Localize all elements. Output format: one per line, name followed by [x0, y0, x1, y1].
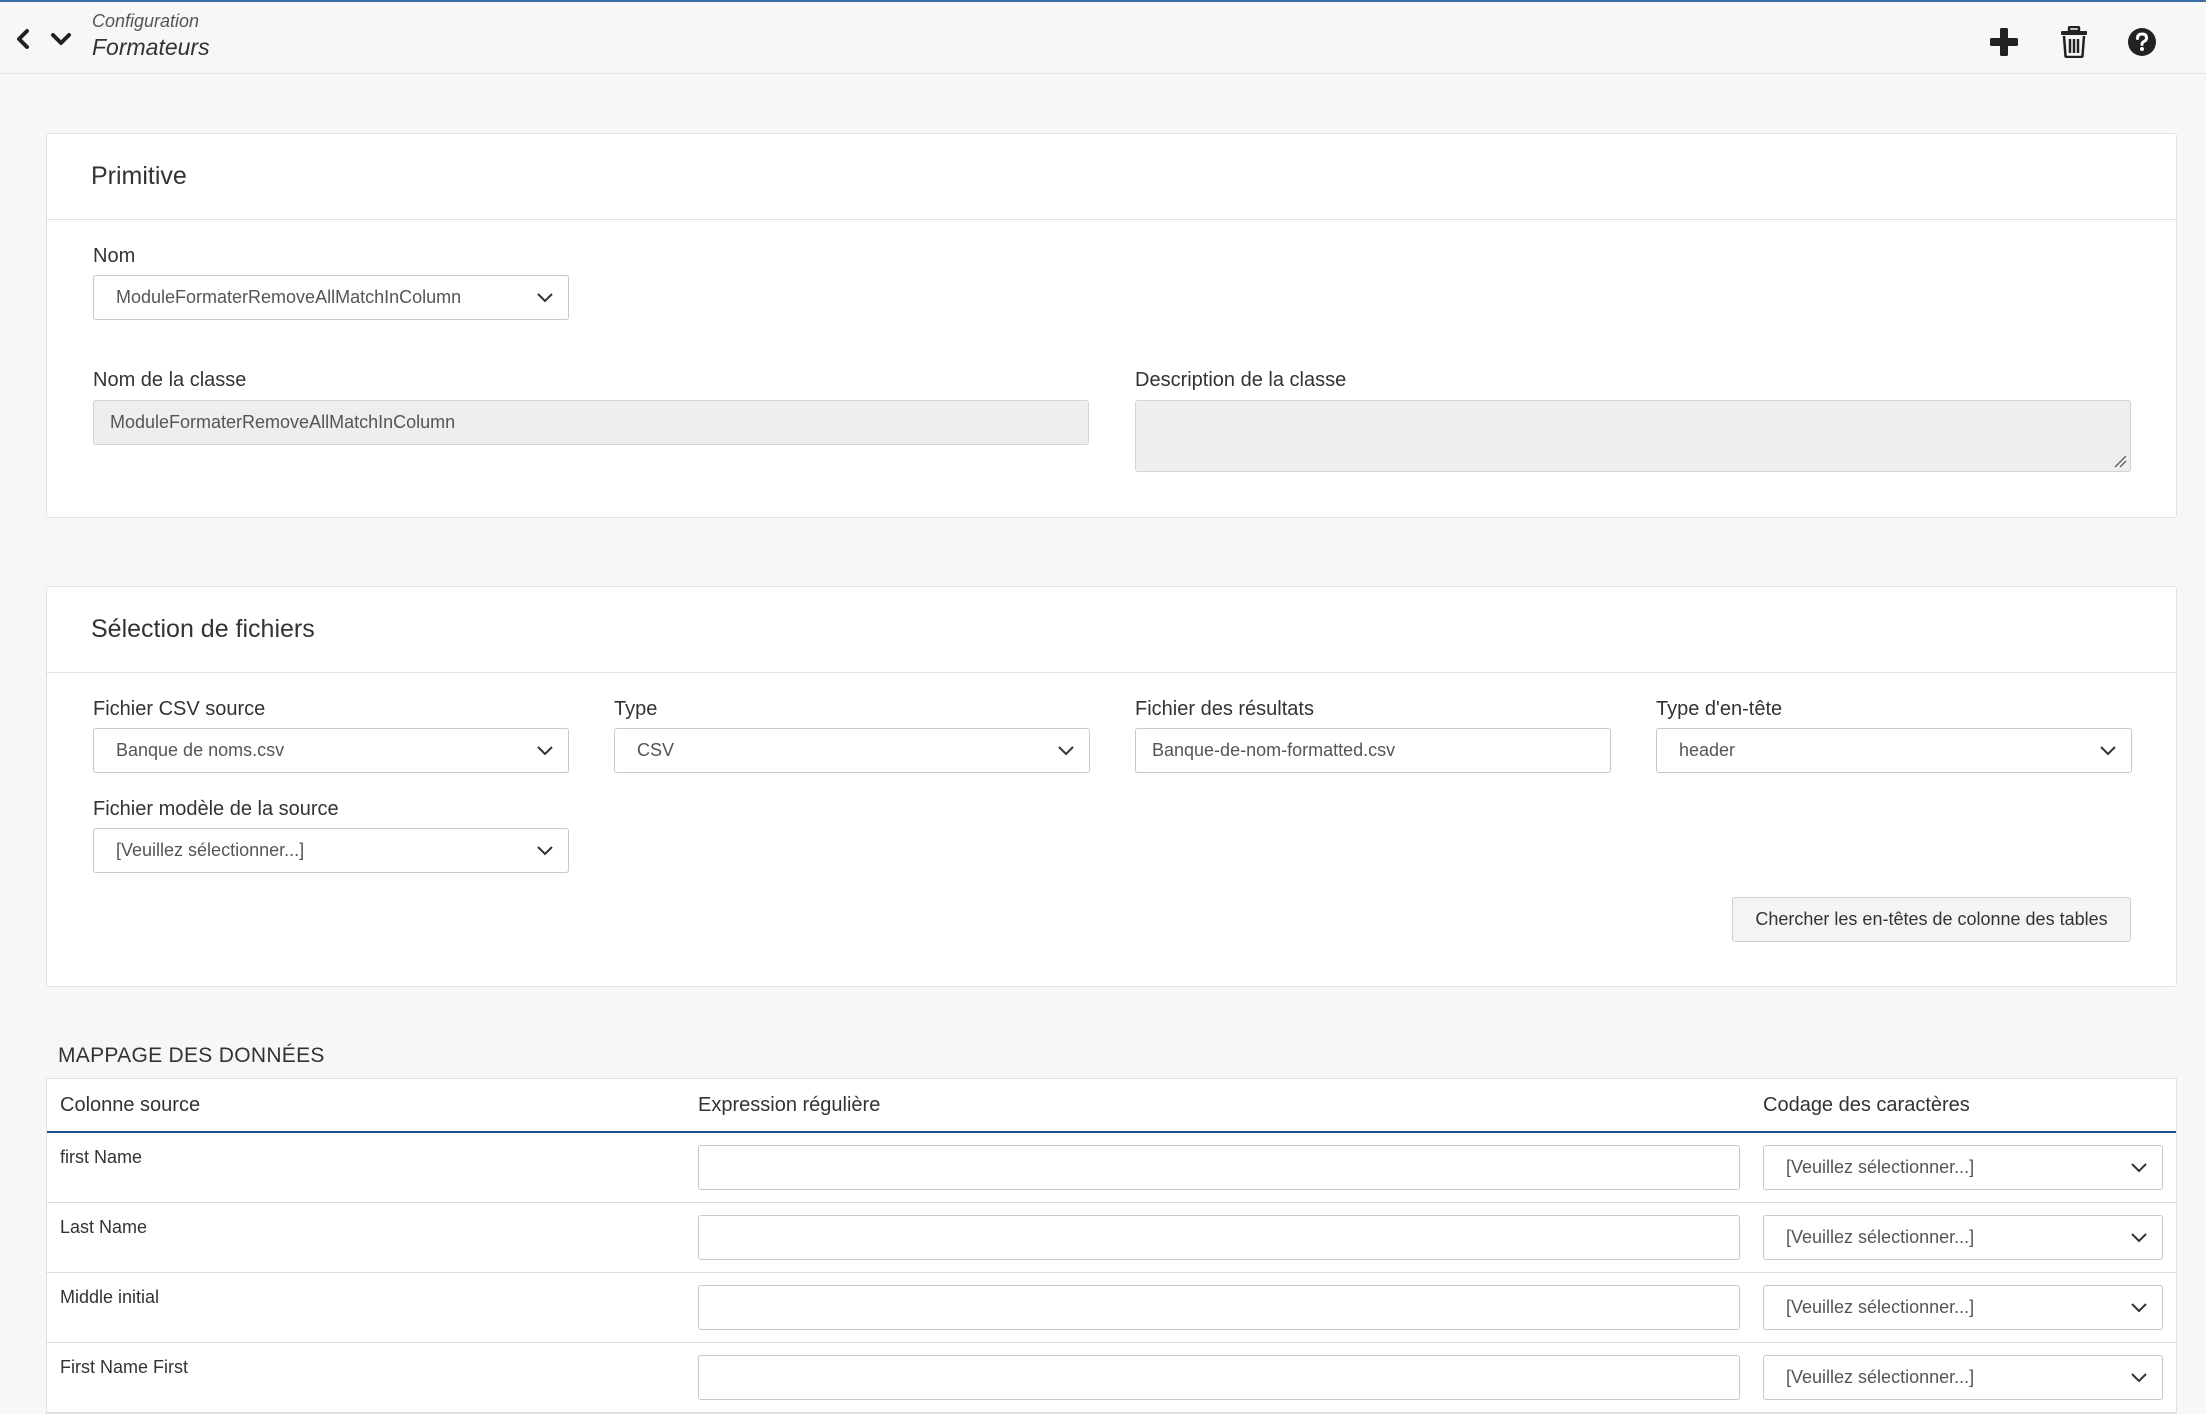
table-row: Middle initial [Veuillez sélectionner...… — [47, 1273, 2176, 1343]
chevron-down-icon — [537, 845, 553, 855]
type-label: Type — [614, 698, 658, 720]
chevron-left-icon — [17, 29, 29, 49]
source-csv-value: Banque de noms.csv — [116, 740, 285, 760]
primitive-panel: Primitive Nom ModuleFormaterRemoveAllMat… — [46, 133, 2177, 518]
plus-icon — [1990, 28, 2018, 56]
resize-handle-icon — [2114, 455, 2127, 468]
encoding-select-value: [Veuillez sélectionner...] — [1786, 1157, 1975, 1177]
chevron-down-icon — [537, 292, 553, 302]
source-csv-label: Fichier CSV source — [93, 698, 266, 720]
regex-input[interactable] — [698, 1145, 1740, 1190]
chevron-down-icon — [537, 745, 553, 755]
source-csv-select[interactable]: Banque de noms.csv — [93, 728, 569, 773]
question-circle-icon — [2128, 28, 2156, 56]
header-type-select[interactable]: header — [1656, 728, 2132, 773]
add-button[interactable] — [1982, 20, 2026, 64]
class-description-label: Description de la classe — [1135, 369, 1347, 391]
nom-select-value: ModuleFormaterRemoveAllMatchInColumn — [116, 287, 462, 307]
regex-input[interactable] — [698, 1215, 1740, 1260]
nom-label: Nom — [93, 245, 136, 267]
column-header-source: Colonne source — [60, 1094, 201, 1116]
source-column-cell: Last Name — [60, 1217, 148, 1237]
encoding-select-value: [Veuillez sélectionner...] — [1786, 1367, 1975, 1387]
table-header: Colonne source Expression régulière Coda… — [47, 1079, 2176, 1133]
primitive-panel-title: Primitive — [47, 134, 2176, 220]
model-file-label: Fichier modèle de la source — [93, 798, 339, 820]
search-column-headers-button[interactable]: Chercher les en-têtes de colonne des tab… — [1732, 897, 2131, 942]
result-file-label: Fichier des résultats — [1135, 698, 1314, 720]
result-file-value: Banque-de-nom-formatted.csv — [1152, 740, 1396, 760]
column-header-encoding: Codage des caractères — [1763, 1094, 1970, 1116]
encoding-select-value: [Veuillez sélectionner...] — [1786, 1227, 1975, 1247]
help-button[interactable] — [2120, 20, 2164, 64]
trash-icon — [2061, 26, 2087, 58]
chevron-down-icon — [1058, 745, 1074, 755]
chevron-down-icon — [2131, 1232, 2147, 1242]
chevron-down-icon — [2100, 745, 2116, 755]
model-file-select[interactable]: [Veuillez sélectionner...] — [93, 828, 569, 873]
type-value: CSV — [637, 740, 675, 760]
encoding-select[interactable]: [Veuillez sélectionner...] — [1763, 1215, 2163, 1260]
class-name-field: ModuleFormaterRemoveAllMatchInColumn — [93, 400, 1089, 445]
type-select[interactable]: CSV — [614, 728, 1090, 773]
delete-button[interactable] — [2052, 20, 2096, 64]
source-column-cell: First Name First — [60, 1357, 188, 1377]
header-type-label: Type d'en-tête — [1656, 698, 1783, 720]
header-type-value: header — [1679, 740, 1736, 760]
chevron-down-icon — [2131, 1302, 2147, 1312]
table-row: Last Name [Veuillez sélectionner...] — [47, 1203, 2176, 1273]
class-description-field — [1135, 400, 2131, 472]
column-header-regex: Expression régulière — [698, 1094, 881, 1116]
regex-input[interactable] — [698, 1355, 1740, 1400]
file-selection-panel: Sélection de fichiers Fichier CSV source… — [46, 586, 2177, 987]
data-mapping-table: Colonne source Expression régulière Coda… — [46, 1078, 2177, 1414]
dropdown-button[interactable] — [46, 22, 76, 56]
page-title: Formateurs — [92, 34, 210, 60]
chevron-down-icon — [2131, 1162, 2147, 1172]
back-button[interactable] — [8, 22, 38, 56]
regex-input[interactable] — [698, 1285, 1740, 1330]
data-mapping-title: MAPPAGE DES DONNÉES — [58, 1044, 325, 1067]
nom-select[interactable]: ModuleFormaterRemoveAllMatchInColumn — [93, 275, 569, 320]
class-name-value: ModuleFormaterRemoveAllMatchInColumn — [110, 412, 456, 432]
encoding-select-value: [Veuillez sélectionner...] — [1786, 1297, 1975, 1317]
result-file-input[interactable]: Banque-de-nom-formatted.csv — [1135, 728, 1611, 773]
encoding-select[interactable]: [Veuillez sélectionner...] — [1763, 1285, 2163, 1330]
chevron-down-icon — [51, 33, 71, 45]
source-column-cell: Middle initial — [60, 1287, 160, 1307]
breadcrumb-parent: Configuration — [92, 11, 200, 31]
top-bar: Configuration Formateurs — [0, 0, 2206, 74]
file-selection-panel-title: Sélection de fichiers — [47, 587, 2176, 673]
model-file-value: [Veuillez sélectionner...] — [116, 840, 305, 860]
table-row: First Name First [Veuillez sélectionner.… — [47, 1343, 2176, 1413]
table-row: first Name [Veuillez sélectionner...] — [47, 1133, 2176, 1203]
encoding-select[interactable]: [Veuillez sélectionner...] — [1763, 1145, 2163, 1190]
chevron-down-icon — [2131, 1372, 2147, 1382]
class-name-label: Nom de la classe — [93, 369, 247, 391]
source-column-cell: first Name — [60, 1147, 143, 1167]
encoding-select[interactable]: [Veuillez sélectionner...] — [1763, 1355, 2163, 1400]
